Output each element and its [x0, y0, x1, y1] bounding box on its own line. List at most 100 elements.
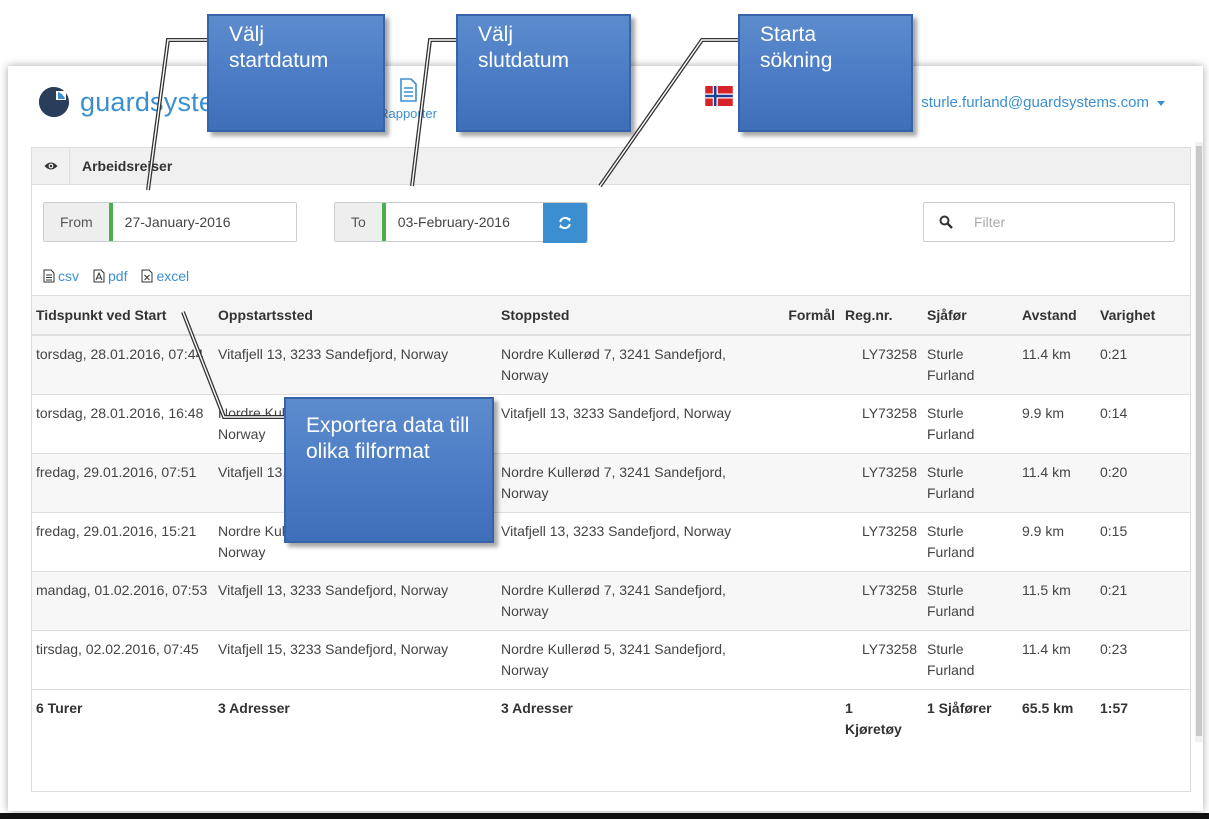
start-time-cell: tirsdag, 02.02.2016, 07:45	[32, 629, 214, 689]
table-row[interactable]: fredag, 29.01.2016, 15:21Nordre Kullerød…	[32, 511, 1190, 571]
driver-cell: Sturle Furland	[923, 511, 1018, 571]
report-panel: Arbeidsreiser From 27-January-2016 To 03…	[31, 147, 1191, 792]
total-distance: 65.5 km	[1018, 688, 1096, 748]
driver-cell: Sturle Furland	[923, 452, 1018, 512]
reg-cell: LY73258	[841, 334, 923, 394]
duration-cell: 0:21	[1096, 334, 1190, 394]
start-time-cell: fredag, 29.01.2016, 07:51	[32, 452, 214, 512]
app-window: guardsystems Rapporter sturle.furland@gu…	[8, 66, 1203, 811]
purpose-cell	[778, 629, 841, 689]
table-row[interactable]: torsdag, 28.01.2016, 07:44 Vitafjell 13, …	[32, 334, 1190, 394]
export-pdf-link[interactable]: pdf	[93, 268, 127, 284]
purpose-cell	[778, 334, 841, 394]
panel-header: Arbeidsreiser	[32, 148, 1190, 185]
purpose-cell	[778, 570, 841, 630]
table-row[interactable]: tirsdag, 02.02.2016, 07:45 Vitafjell 15, …	[32, 629, 1190, 689]
stop-place-cell: Vitafjell 13, 3233 Sandefjord, Norway	[497, 511, 778, 571]
reg-cell: LY73258	[841, 452, 923, 512]
duration-cell: 0:23	[1096, 629, 1190, 689]
col-start-place[interactable]: Oppstartssted	[214, 295, 497, 336]
csv-file-icon	[43, 269, 55, 283]
eye-icon	[44, 162, 57, 170]
driver-cell: Sturle Furland	[923, 629, 1018, 689]
total-drivers: 1 Sjåfører	[923, 688, 1018, 748]
to-date-group[interactable]: To 03-February-2016	[334, 202, 588, 243]
user-email: sturle.furland@guardsystems.com	[921, 94, 1149, 111]
col-reg[interactable]: Reg.nr.	[841, 295, 923, 336]
panel-title: Arbeidsreiser	[82, 158, 173, 174]
duration-cell: 0:14	[1096, 393, 1190, 453]
norway-flag-icon[interactable]	[705, 86, 733, 106]
table-row[interactable]: torsdag, 28.01.2016, 16:48Nordre Kullerø…	[32, 393, 1190, 453]
totals-row: 6 Turer 3 Adresser 3 Adresser 1 Kjøretøy…	[32, 688, 1190, 748]
from-date-input[interactable]: 27-January-2016	[112, 203, 243, 241]
filter-input[interactable]	[968, 203, 1168, 241]
reg-cell: LY73258	[841, 570, 923, 630]
reg-cell: LY73258	[841, 629, 923, 689]
export-pdf-label: pdf	[108, 268, 128, 284]
pdf-file-icon	[93, 269, 105, 283]
callout-end-date: Välj slutdatum	[456, 14, 631, 132]
to-date-input[interactable]: 03-February-2016	[385, 203, 543, 241]
distance-cell: 9.9 km	[1018, 511, 1096, 571]
trips-table: Tidspunkt ved Start Oppstartssted Stopps…	[32, 295, 1190, 748]
table-row[interactable]: fredag, 29.01.2016, 07:51Vitafjell 13, 3…	[32, 452, 1190, 512]
start-place-cell: Vitafjell 15, 3233 Sandefjord, Norway	[214, 629, 497, 689]
scrollbar[interactable]	[1195, 142, 1203, 742]
distance-cell: 11.4 km	[1018, 452, 1096, 512]
duration-cell: 0:21	[1096, 570, 1190, 630]
excel-file-icon	[141, 269, 153, 283]
stop-place-cell: Nordre Kullerød 7, 3241 Sandefjord, Norw…	[497, 452, 778, 512]
col-duration[interactable]: Varighet	[1096, 295, 1190, 336]
total-vehicles: 1 Kjøretøy	[841, 688, 923, 748]
export-csv-label: csv	[58, 268, 79, 284]
start-place-cell: Vitafjell 13, 3233 Sandefjord, Norway	[214, 570, 497, 630]
refresh-icon	[558, 216, 571, 230]
caret-down-icon	[1157, 100, 1165, 106]
user-menu[interactable]: sturle.furland@guardsystems.com	[921, 94, 1165, 111]
export-excel-link[interactable]: excel	[141, 268, 189, 284]
col-purpose[interactable]: Formål	[778, 295, 841, 336]
table-header-row: Tidspunkt ved Start Oppstartssted Stopps…	[32, 295, 1190, 336]
duration-cell: 0:20	[1096, 452, 1190, 512]
scrollbar-thumb[interactable]	[1196, 146, 1202, 736]
from-date-group[interactable]: From 27-January-2016	[43, 202, 297, 242]
start-time-cell: torsdag, 28.01.2016, 16:48	[32, 393, 214, 453]
table-row[interactable]: mandag, 01.02.2016, 07:53 Vitafjell 13, 3…	[32, 570, 1190, 630]
start-time-cell: mandag, 01.02.2016, 07:53	[32, 570, 214, 630]
filter-controls: From 27-January-2016 To 03-February-2016	[32, 185, 1190, 247]
total-duration: 1:57	[1096, 688, 1190, 748]
start-place-cell: Vitafjell 13, 3233 Sandefjord, Norway	[214, 334, 497, 394]
col-start-time[interactable]: Tidspunkt ved Start	[32, 295, 214, 336]
driver-cell: Sturle Furland	[923, 334, 1018, 394]
col-distance[interactable]: Avstand	[1018, 295, 1096, 336]
stop-place-cell: Nordre Kullerød 7, 3241 Sandefjord, Norw…	[497, 334, 778, 394]
total-vehicles-text: 1 Kjøretøy	[845, 699, 902, 737]
filter-group[interactable]	[923, 202, 1175, 242]
col-stop-place[interactable]: Stoppsted	[497, 295, 778, 336]
from-label: From	[44, 203, 113, 241]
callout-export: Exportera data till olika filformat	[284, 397, 494, 543]
stop-place-cell: Nordre Kullerød 5, 3241 Sandefjord, Norw…	[497, 629, 778, 689]
total-start-places: 3 Adresser	[214, 688, 497, 748]
visibility-toggle[interactable]	[32, 148, 70, 184]
callout-start-date: Välj startdatum	[207, 14, 385, 132]
nav-reports[interactable]: Rapporter	[378, 78, 438, 121]
distance-cell: 9.9 km	[1018, 393, 1096, 453]
total-trips: 6 Turer	[32, 688, 214, 748]
duration-cell: 0:15	[1096, 511, 1190, 571]
total-purpose	[778, 688, 841, 748]
callout-search: Starta sökning	[738, 14, 913, 132]
driver-cell: Sturle Furland	[923, 570, 1018, 630]
purpose-cell	[778, 511, 841, 571]
to-label: To	[335, 203, 386, 241]
col-driver[interactable]: Sjåfør	[923, 295, 1018, 336]
total-stop-places: 3 Adresser	[497, 688, 778, 748]
reg-cell: LY73258	[841, 511, 923, 571]
search-refresh-button[interactable]	[542, 203, 587, 243]
export-csv-link[interactable]: csv	[43, 268, 79, 284]
start-time-cell: torsdag, 28.01.2016, 07:44	[32, 334, 214, 394]
distance-cell: 11.4 km	[1018, 629, 1096, 689]
nav-reports-label: Rapporter	[379, 106, 437, 121]
driver-cell: Sturle Furland	[923, 393, 1018, 453]
